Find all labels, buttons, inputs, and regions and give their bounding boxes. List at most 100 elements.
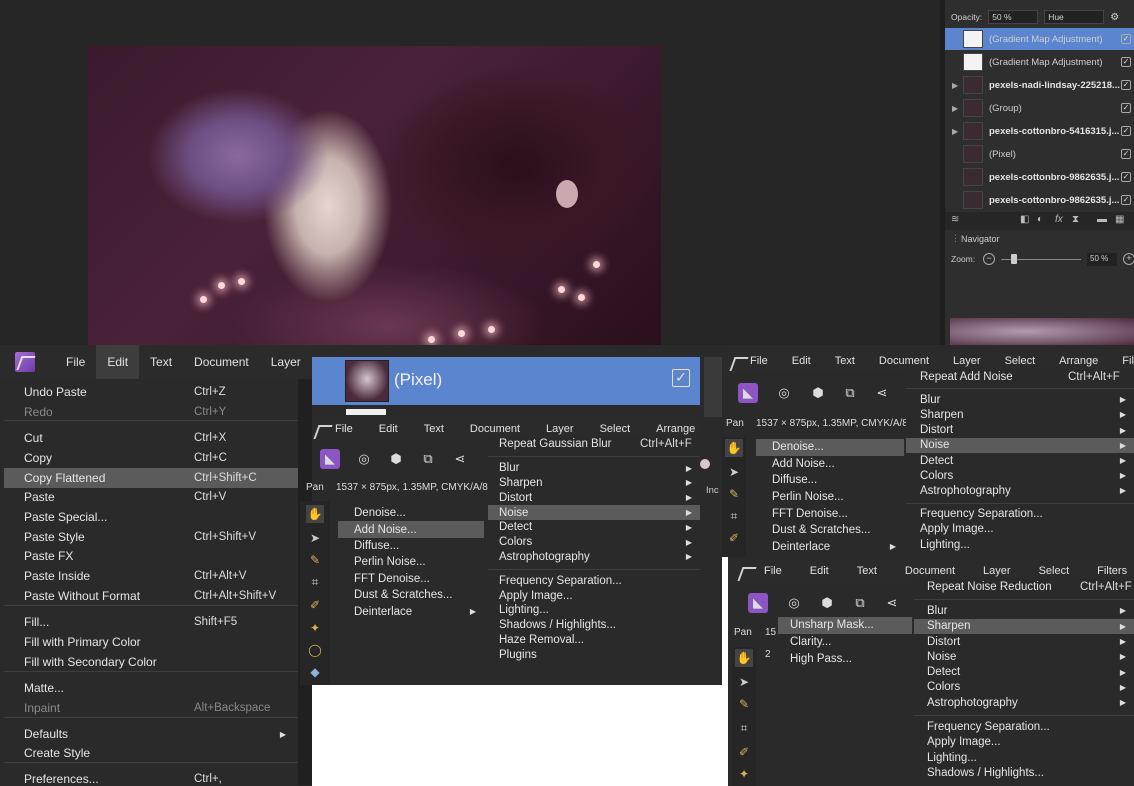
menu-item-deinterlace[interactable]: Deinterlace ▶ <box>338 603 484 619</box>
menu-item-add-noise[interactable]: Add Noise... <box>338 521 484 538</box>
layer-visibility-checkbox[interactable]: ✓ <box>1121 172 1131 182</box>
menu-item-perlin-noise[interactable]: Perlin Noise... <box>338 554 484 570</box>
tone-mapping-persona-icon[interactable]: ⧉ <box>840 383 860 403</box>
menu-item-create-style[interactable]: Create Style <box>4 743 298 763</box>
brush-tool-icon[interactable]: ✐ <box>725 529 743 547</box>
hand-tool-icon[interactable]: ✋ <box>306 505 324 523</box>
menu-item-paste-fx[interactable]: Paste FX <box>4 546 298 566</box>
color-picker-tool-icon[interactable]: ✎ <box>306 551 324 569</box>
hand-tool-icon[interactable]: ✋ <box>725 439 743 457</box>
menu-item-sharpen[interactable]: Sharpen ▶ <box>488 476 700 491</box>
photo-persona-icon[interactable]: ◣ <box>320 449 340 469</box>
layer-row[interactable]: (Pixel) ✓ <box>945 143 1134 165</box>
menu-item-matte[interactable]: Matte... <box>4 678 298 698</box>
menu-document[interactable]: Document <box>183 345 260 379</box>
menu-item-repeat-filter[interactable]: Repeat Noise Reduction Ctrl+Alt+F <box>914 579 1134 594</box>
menu-item-sharpen[interactable]: Sharpen ▶ <box>906 407 1134 422</box>
menu-edit[interactable]: Edit <box>796 559 843 583</box>
menu-edit[interactable]: Edit <box>366 417 411 441</box>
selection-brush-tool-icon[interactable]: ✦ <box>306 619 324 637</box>
menu-item-paste-special[interactable]: Paste Special... <box>4 507 298 527</box>
develop-persona-icon[interactable]: ⬢ <box>817 593 837 613</box>
menu-item-paste-style[interactable]: Paste Style Ctrl+Shift+V <box>4 527 298 547</box>
menu-item-apply-image[interactable]: Apply Image... <box>488 588 700 603</box>
zoom-in-icon[interactable]: + <box>1123 253 1134 265</box>
menu-item-frequency-separation[interactable]: Frequency Separation... <box>488 573 700 588</box>
color-picker-tool-icon[interactable]: ✎ <box>725 485 743 503</box>
menu-item-astrophotography[interactable]: Astrophotography ▶ <box>906 483 1134 498</box>
fx-icon[interactable]: fx <box>1055 214 1063 225</box>
menu-item-denoise[interactable]: Denoise... <box>338 505 484 521</box>
menu-edit[interactable]: Edit <box>96 345 140 379</box>
menu-item-fill[interactable]: Fill... Shift+F5 <box>4 612 298 632</box>
color-picker-tool-icon[interactable]: ✎ <box>735 695 753 713</box>
trash-icon[interactable]: ▦ <box>1115 214 1124 225</box>
menu-item-distort[interactable]: Distort ▶ <box>914 634 1134 649</box>
menu-item-fft-denoise[interactable]: FFT Denoise... <box>338 571 484 587</box>
document-photo[interactable] <box>88 46 661 345</box>
menu-item-detect[interactable]: Detect ▶ <box>906 453 1134 468</box>
menu-item-dust-scratches[interactable]: Dust & Scratches... <box>338 587 484 603</box>
menu-item-high-pass[interactable]: High Pass... <box>778 651 912 668</box>
zoom-value-field[interactable]: 50 % <box>1087 253 1117 266</box>
menu-item-deinterlace[interactable]: Deinterlace ▶ <box>756 539 904 556</box>
expand-arrow-icon[interactable]: ▶ <box>952 81 958 90</box>
menu-layer[interactable]: Layer <box>260 345 312 379</box>
adjustment-icon[interactable]: ◐ <box>1037 214 1043 225</box>
menu-item-undo-paste[interactable]: Undo Paste Ctrl+Z <box>4 382 298 402</box>
menu-item-astrophotography[interactable]: Astrophotography ▶ <box>914 695 1134 710</box>
layers-stack-icon[interactable]: ≋ <box>951 214 959 225</box>
pixel-layer-visibility-checkbox[interactable]: ✓ <box>672 369 690 387</box>
blend-mode-select[interactable]: Hue <box>1044 10 1105 24</box>
folder-icon[interactable]: ▬ <box>1097 214 1107 225</box>
menu-item-perlin-noise[interactable]: Perlin Noise... <box>756 489 904 506</box>
crop-tool-icon[interactable]: ⌗ <box>735 719 753 737</box>
liquify-persona-icon[interactable]: ◎ <box>774 383 794 403</box>
menu-item-distort[interactable]: Distort ▶ <box>488 490 700 505</box>
selection-brush-tool-icon[interactable]: ✦ <box>735 765 753 783</box>
menu-item-fill-with-primary-color[interactable]: Fill with Primary Color <box>4 632 298 652</box>
menu-item-lighting[interactable]: Lighting... <box>914 750 1134 765</box>
layer-row[interactable]: ▶ (Group) ✓ <box>945 97 1134 119</box>
fill-tool-icon[interactable]: ◆ <box>306 663 324 681</box>
menu-item-cut[interactable]: Cut Ctrl+X <box>4 428 298 448</box>
menu-item-apply-image[interactable]: Apply Image... <box>914 735 1134 750</box>
menu-item-paste-inside[interactable]: Paste Inside Ctrl+Alt+V <box>4 566 298 586</box>
menu-edit[interactable]: Edit <box>780 349 823 373</box>
layer-visibility-checkbox[interactable]: ✓ <box>1121 80 1131 90</box>
menu-item-plugins[interactable]: Plugins <box>488 647 700 662</box>
menu-item-frequency-separation[interactable]: Frequency Separation... <box>906 507 1134 522</box>
menu-item-distort[interactable]: Distort ▶ <box>906 423 1134 438</box>
layer-visibility-checkbox[interactable]: ✓ <box>1121 195 1131 205</box>
menu-text[interactable]: Text <box>843 559 891 583</box>
menu-text[interactable]: Text <box>411 417 457 441</box>
mask-icon[interactable]: ◧ <box>1020 214 1029 225</box>
menu-item-diffuse[interactable]: Diffuse... <box>338 538 484 554</box>
menu-item-shadows-highlights[interactable]: Shadows / Highlights... <box>914 765 1134 780</box>
menu-file[interactable]: File <box>55 345 96 379</box>
menu-item-detect[interactable]: Detect ▶ <box>914 665 1134 680</box>
menu-item-paste-without-format[interactable]: Paste Without Format Ctrl+Alt+Shift+V <box>4 586 298 606</box>
menu-text[interactable]: Text <box>139 345 183 379</box>
export-persona-icon[interactable]: ⋖ <box>450 449 470 469</box>
menu-item-lighting[interactable]: Lighting... <box>906 537 1134 552</box>
expand-arrow-icon[interactable]: ▶ <box>952 104 958 113</box>
menu-item-noise[interactable]: Noise ▶ <box>906 437 1134 453</box>
menu-item-frequency-separation[interactable]: Frequency Separation... <box>914 719 1134 734</box>
tone-mapping-persona-icon[interactable]: ⧉ <box>418 449 438 469</box>
scrollbar[interactable] <box>704 357 722 417</box>
menu-item-repeat-filter[interactable]: Repeat Gaussian Blur Ctrl+Alt+F <box>488 437 700 452</box>
hand-tool-icon[interactable]: ✋ <box>735 649 753 667</box>
develop-persona-icon[interactable]: ⬢ <box>386 449 406 469</box>
layer-row[interactable]: pexels-cottonbro-9862635.j... ✓ <box>945 166 1134 188</box>
menu-item-copy[interactable]: Copy Ctrl+C <box>4 448 298 468</box>
photo-persona-icon[interactable]: ◣ <box>738 383 758 403</box>
menu-item-haze-removal[interactable]: Haze Removal... <box>488 633 700 648</box>
export-persona-icon[interactable]: ⋖ <box>882 593 902 613</box>
layer-row[interactable]: (Gradient Map Adjustment) ✓ <box>945 51 1134 73</box>
menu-item-fill-with-secondary-color[interactable]: Fill with Secondary Color <box>4 652 298 672</box>
menu-item-diffuse[interactable]: Diffuse... <box>756 472 904 489</box>
layer-visibility-checkbox[interactable]: ✓ <box>1121 103 1131 113</box>
menu-item-colors[interactable]: Colors ▶ <box>488 535 700 550</box>
brush-tool-icon[interactable]: ✐ <box>306 596 324 614</box>
